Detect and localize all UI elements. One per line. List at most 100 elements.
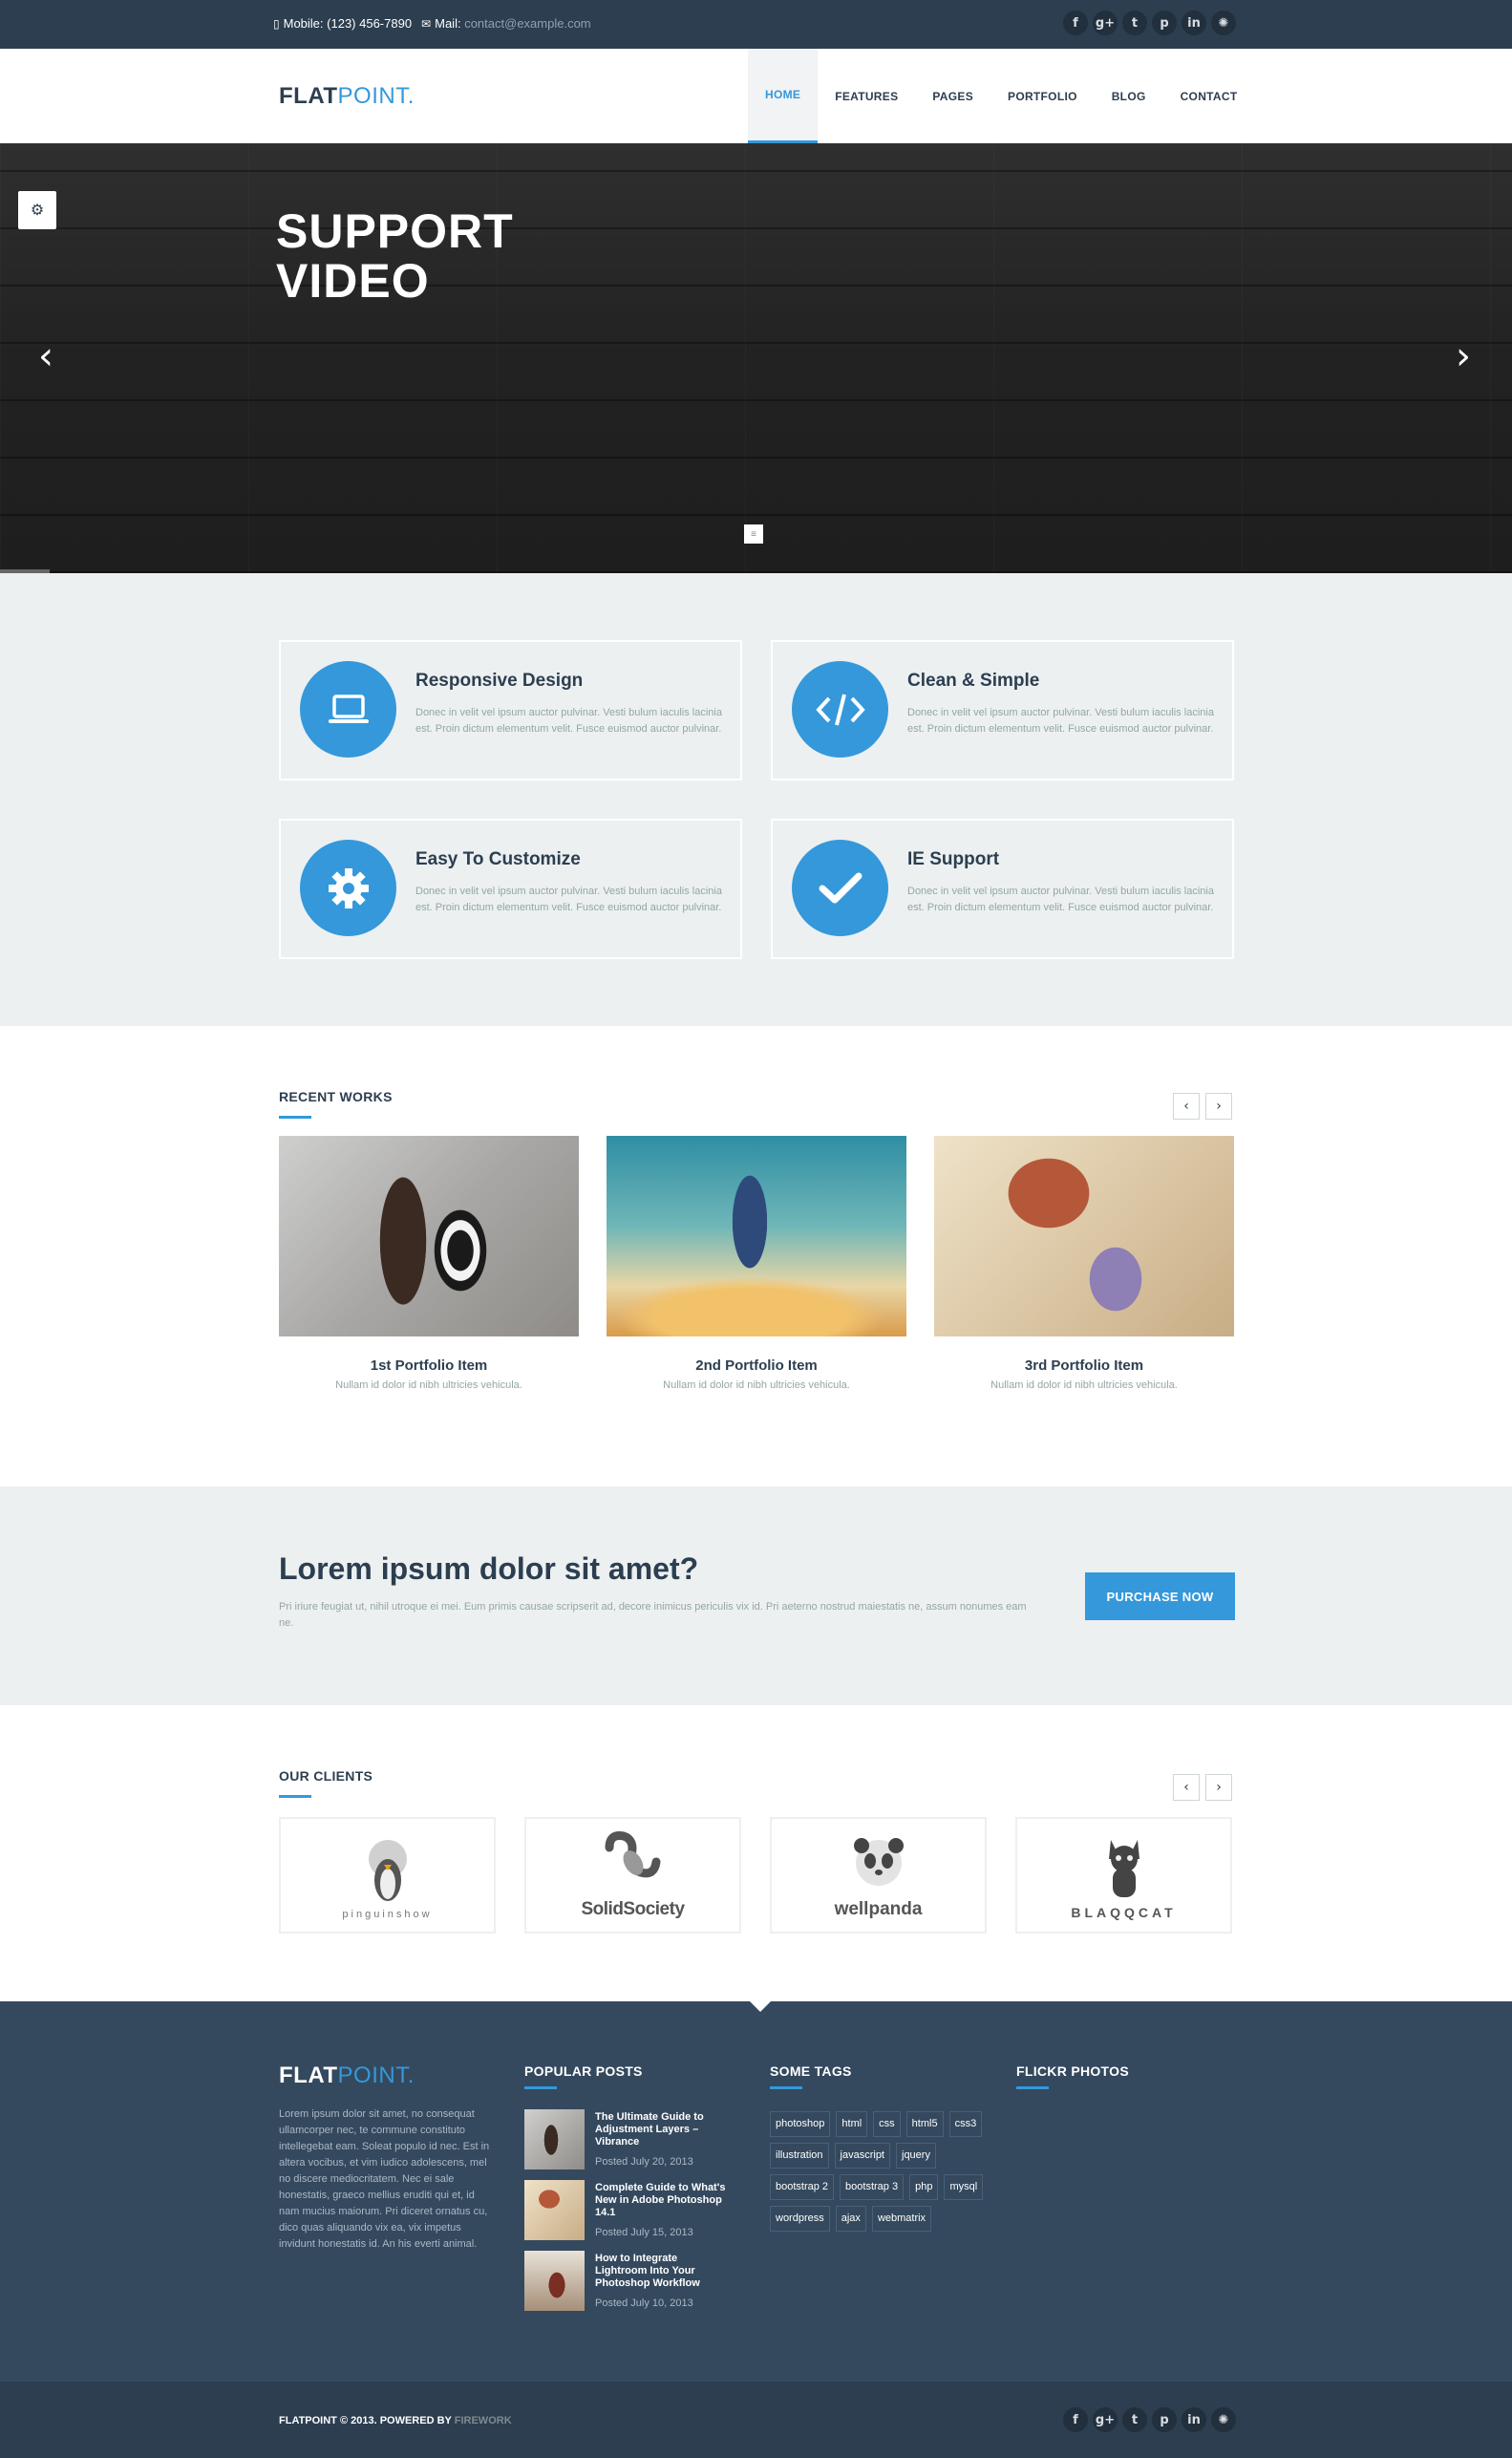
nav-pages[interactable]: PAGES	[915, 49, 990, 143]
portfolio-image[interactable]	[279, 1136, 579, 1336]
client-logo[interactable]: SolidSociety	[524, 1817, 741, 1934]
cta-section: Lorem ipsum dolor sit amet? Pri iriure f…	[0, 1486, 1512, 1705]
tag[interactable]: html5	[905, 2111, 944, 2137]
header: FLATPOINT. HOME FEATURES PAGES PORTFOLIO…	[0, 49, 1512, 143]
hero-slider: ⚙ SUPPORT VIDEO ‹ › ≡	[0, 143, 1512, 573]
nav-blog[interactable]: BLOG	[1095, 49, 1163, 143]
tag[interactable]: mysql	[944, 2174, 984, 2200]
footer-logo[interactable]: FLATPOINT.	[279, 2063, 415, 2089]
mobile-info: ▯ Mobile: (123) 456-7890	[273, 16, 412, 31]
feature-text: Donec in velit vel ipsum auctor pulvinar…	[907, 707, 1214, 735]
client-logo[interactable]: pinguinshow	[279, 1817, 496, 1934]
linkedin-icon[interactable]: in	[1182, 2407, 1206, 2432]
gears-icon[interactable]: ⚙	[18, 191, 56, 229]
tag[interactable]: html	[836, 2111, 868, 2137]
tag[interactable]: css	[873, 2111, 901, 2137]
pinterest-icon[interactable]: p	[1152, 11, 1177, 35]
mail-link[interactable]: contact@example.com	[464, 16, 590, 31]
footer: FLATPOINT. Lorem ipsum dolor sit amet, n…	[0, 2001, 1512, 2382]
nav-features[interactable]: FEATURES	[818, 49, 915, 143]
portfolio-item[interactable]: 1st Portfolio Item Nullam id dolor id ni…	[279, 1136, 579, 1391]
dribbble-icon[interactable]: ✺	[1211, 11, 1236, 35]
slide-indicator[interactable]: ≡	[744, 524, 763, 544]
post-title[interactable]: Complete Guide to What's New in Adobe Ph…	[595, 2182, 729, 2219]
chevron-right-icon[interactable]: ›	[1456, 334, 1471, 378]
laptop-icon	[300, 661, 396, 758]
hero-title: SUPPORT VIDEO	[276, 206, 514, 306]
feature-card: Responsive Design Donec in velit vel ips…	[279, 640, 742, 780]
cta-heading: Lorem ipsum dolor sit amet?	[279, 1551, 699, 1586]
copyright: FLATPOINT © 2013. POWERED BY FIREWORK	[279, 2415, 512, 2426]
mobile-icon: ▯	[273, 17, 280, 31]
post-item[interactable]: The Ultimate Guide to Adjustment Layers …	[524, 2109, 735, 2176]
panda-icon	[853, 1838, 904, 1886]
post-item[interactable]: Complete Guide to What's New in Adobe Ph…	[524, 2180, 735, 2247]
tag[interactable]: wordpress	[770, 2206, 830, 2232]
nav-contact[interactable]: CONTACT	[1163, 49, 1255, 143]
tag[interactable]: photoshop	[770, 2111, 831, 2137]
mail-label: Mail:	[435, 16, 461, 31]
feature-text: Donec in velit vel ipsum auctor pulvinar…	[415, 707, 722, 735]
tag[interactable]: bootstrap 3	[840, 2174, 905, 2200]
cat-icon	[1108, 1840, 1139, 1897]
google-plus-icon[interactable]: g+	[1093, 2407, 1118, 2432]
facebook-icon[interactable]: f	[1063, 11, 1088, 35]
tag[interactable]: javascript	[834, 2143, 890, 2169]
recent-works-section: RECENT WORKS ‹ › 1st Portfolio Item Null…	[0, 1026, 1512, 1486]
post-title[interactable]: The Ultimate Guide to Adjustment Layers …	[595, 2111, 729, 2148]
google-plus-icon[interactable]: g+	[1093, 11, 1118, 35]
tag[interactable]: ajax	[835, 2206, 866, 2232]
nav-portfolio[interactable]: PORTFOLIO	[990, 49, 1095, 143]
pinterest-icon[interactable]: p	[1152, 2407, 1177, 2432]
mail-icon: ✉	[421, 17, 432, 31]
tag[interactable]: css3	[948, 2111, 983, 2137]
nav-home[interactable]: HOME	[748, 49, 819, 143]
client-logo[interactable]: wellpanda	[770, 1817, 987, 1934]
facebook-icon[interactable]: f	[1063, 2407, 1088, 2432]
tag[interactable]: webmatrix	[871, 2206, 932, 2232]
tag[interactable]: illustration	[770, 2143, 829, 2169]
prev-arrow-icon[interactable]: ‹	[1173, 1774, 1200, 1801]
portfolio-title[interactable]: 3rd Portfolio Item	[934, 1357, 1234, 1374]
feature-title: Easy To Customize	[415, 849, 581, 869]
portfolio-title[interactable]: 1st Portfolio Item	[279, 1357, 579, 1374]
tag[interactable]: php	[909, 2174, 939, 2200]
powered-by-link[interactable]: FIREWORK	[455, 2415, 512, 2426]
prev-arrow-icon[interactable]: ‹	[1173, 1093, 1200, 1120]
cta-text: Pri iriure feugiat ut, nihil utroque ei …	[279, 1601, 1027, 1629]
twitter-icon[interactable]: t	[1122, 11, 1147, 35]
portfolio-item[interactable]: 2nd Portfolio Item Nullam id dolor id ni…	[607, 1136, 906, 1391]
post-thumbnail[interactable]	[524, 2109, 585, 2169]
feature-title: Clean & Simple	[907, 671, 1040, 691]
post-title[interactable]: How to Integrate Lightroom Into Your Pho…	[595, 2253, 729, 2290]
penguin-icon	[368, 1840, 407, 1901]
tag[interactable]: jquery	[896, 2143, 936, 2169]
gear-icon	[300, 840, 396, 936]
tag[interactable]: bootstrap 2	[770, 2174, 835, 2200]
portfolio-image[interactable]	[607, 1136, 906, 1336]
client-logo[interactable]: BLAQQCAT	[1015, 1817, 1232, 1934]
portfolio-item[interactable]: 3rd Portfolio Item Nullam id dolor id ni…	[934, 1136, 1234, 1391]
next-arrow-icon[interactable]: ›	[1205, 1774, 1232, 1801]
feature-title: Responsive Design	[415, 671, 584, 691]
chevron-left-icon[interactable]: ‹	[38, 334, 53, 378]
copyright-text: FLATPOINT © 2013. POWERED BY	[279, 2415, 452, 2426]
site-logo[interactable]: FLATPOINT.	[279, 83, 415, 110]
dribbble-icon[interactable]: ✺	[1211, 2407, 1236, 2432]
social-links-top: f g+ t p in ✺	[1063, 11, 1236, 35]
portfolio-title[interactable]: 2nd Portfolio Item	[607, 1357, 906, 1374]
portfolio-image[interactable]	[934, 1136, 1234, 1336]
post-thumbnail[interactable]	[524, 2180, 585, 2240]
purchase-now-button[interactable]: PURCHASE NOW	[1085, 1572, 1235, 1620]
post-item[interactable]: How to Integrate Lightroom Into Your Pho…	[524, 2251, 735, 2318]
footer-notch	[750, 2001, 771, 2012]
next-arrow-icon[interactable]: ›	[1205, 1093, 1232, 1120]
twitter-icon[interactable]: t	[1122, 2407, 1147, 2432]
post-date: Posted July 15, 2013	[595, 2227, 693, 2238]
hero-title-line1: SUPPORT	[276, 204, 514, 258]
linkedin-icon[interactable]: in	[1182, 11, 1206, 35]
portfolio-text: Nullam id dolor id nibh ultricies vehicu…	[335, 1379, 522, 1391]
mail-info: ✉ Mail: contact@example.com	[421, 16, 591, 31]
post-thumbnail[interactable]	[524, 2251, 585, 2311]
features-section: Responsive Design Donec in velit vel ips…	[0, 573, 1512, 1026]
